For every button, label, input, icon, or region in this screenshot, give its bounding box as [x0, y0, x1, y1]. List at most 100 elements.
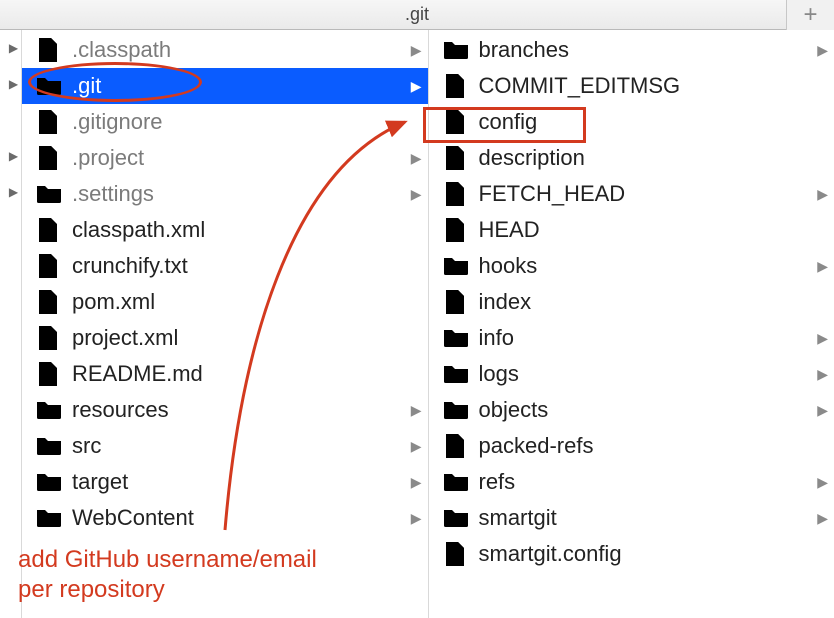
file-label: objects: [479, 397, 549, 423]
chevron-right-icon: ▶: [9, 41, 18, 55]
right-item-refs[interactable]: refs ▶: [429, 464, 834, 500]
left-item-pom-xml[interactable]: pom.xml: [22, 284, 428, 320]
file-label: crunchify.txt: [72, 253, 188, 279]
file-icon: [441, 432, 471, 460]
chevron-right-icon: ▶: [411, 438, 422, 455]
right-item-commit-editmsg[interactable]: COMMIT_EDITMSG: [429, 68, 834, 104]
file-label: FETCH_HEAD: [479, 181, 626, 207]
right-item-description[interactable]: description: [429, 140, 834, 176]
chevron-right-icon: ▶: [411, 150, 422, 167]
right-item-config[interactable]: config: [429, 104, 834, 140]
left-item--gitignore[interactable]: .gitignore: [22, 104, 428, 140]
right-item-head[interactable]: HEAD: [429, 212, 834, 248]
gutter-chevron: [0, 210, 21, 246]
chevron-right-icon: ▶: [411, 474, 422, 491]
file-label: src: [72, 433, 101, 459]
right-item-smartgit-config[interactable]: smartgit.config: [429, 536, 834, 572]
gutter-chevron: [0, 390, 21, 426]
file-label: smartgit: [479, 505, 557, 531]
gutter-chevron: [0, 102, 21, 138]
folder-icon: [441, 396, 471, 424]
right-item-index[interactable]: index: [429, 284, 834, 320]
file-icon: [441, 540, 471, 568]
left-item-readme-md[interactable]: README.md: [22, 356, 428, 392]
left-item-target[interactable]: target ▶: [22, 464, 428, 500]
right-item-hooks[interactable]: hooks▶: [429, 248, 834, 284]
left-item-webcontent[interactable]: WebContent▶: [22, 500, 428, 536]
gutter-chevron: [0, 354, 21, 390]
file-label: resources: [72, 397, 169, 423]
file-label: logs: [479, 361, 519, 387]
right-item-branches[interactable]: branches ▶: [429, 32, 834, 68]
gutter-chevron[interactable]: ▶: [0, 66, 21, 102]
chevron-right-icon: ▶: [9, 185, 18, 199]
file-label: .git: [72, 73, 101, 99]
file-label: WebContent: [72, 505, 194, 531]
folder-icon: [441, 36, 471, 64]
gutter-chevron: [0, 498, 21, 534]
left-item--project[interactable]: .project ▶: [22, 140, 428, 176]
xml-icon: [34, 324, 64, 352]
file-icon: [441, 108, 471, 136]
gutter-chevron: [0, 282, 21, 318]
right-item-smartgit[interactable]: smartgit ▶: [429, 500, 834, 536]
file-icon: [34, 108, 64, 136]
gutter-chevron[interactable]: ▶: [0, 30, 21, 66]
gutter-chevron[interactable]: ▶: [0, 138, 21, 174]
chevron-right-icon: ▶: [817, 474, 828, 491]
file-label: refs: [479, 469, 516, 495]
folder-icon: [34, 468, 64, 496]
right-item-packed-refs[interactable]: packed-refs: [429, 428, 834, 464]
file-label: smartgit.config: [479, 541, 622, 567]
file-label: target: [72, 469, 128, 495]
right-item-logs[interactable]: logs ▶: [429, 356, 834, 392]
file-icon: [441, 216, 471, 244]
column-left[interactable]: .classpath▶.git▶.gitignore.project▶.sett…: [22, 30, 428, 618]
folder-icon: [34, 72, 64, 100]
chevron-right-icon: ▶: [817, 186, 828, 203]
left-item-classpath-xml[interactable]: classpath.xml: [22, 212, 428, 248]
left-item-crunchify-txt[interactable]: crunchify.txt: [22, 248, 428, 284]
left-item--settings[interactable]: .settings▶: [22, 176, 428, 212]
left-item--git[interactable]: .git▶: [22, 68, 428, 104]
file-icon: [34, 36, 64, 64]
file-label: pom.xml: [72, 289, 155, 315]
chevron-right-icon: ▶: [9, 77, 18, 91]
folder-icon: [441, 468, 471, 496]
file-label: config: [479, 109, 538, 135]
left-item--classpath[interactable]: .classpath▶: [22, 32, 428, 68]
folder-icon: [441, 252, 471, 280]
left-item-resources[interactable]: resources▶: [22, 392, 428, 428]
xml-icon: [34, 288, 64, 316]
file-label: .settings: [72, 181, 154, 207]
expand-gutter: ▶ ▶ ▶ ▶: [0, 30, 22, 618]
xml-icon: [34, 360, 64, 388]
chevron-right-icon: ▶: [817, 510, 828, 527]
chevron-right-icon: ▶: [817, 42, 828, 59]
file-label: .project: [72, 145, 144, 171]
gutter-chevron: [0, 318, 21, 354]
folder-icon: [34, 504, 64, 532]
file-label: README.md: [72, 361, 203, 387]
left-item-src[interactable]: src ▶: [22, 428, 428, 464]
column-browser: ▶▶▶▶ .classpath▶.git▶.gitignore.project▶…: [0, 30, 834, 618]
right-item-objects[interactable]: objects▶: [429, 392, 834, 428]
file-label: info: [479, 325, 514, 351]
chevron-right-icon: ▶: [817, 366, 828, 383]
chevron-right-icon: ▶: [817, 258, 828, 275]
file-icon: [441, 288, 471, 316]
column-right[interactable]: branches ▶ COMMIT_EDITMSGconfig description…: [428, 30, 834, 618]
new-tab-button[interactable]: +: [786, 0, 834, 30]
plus-icon: +: [803, 1, 817, 29]
file-label: project.xml: [72, 325, 178, 351]
window-title: .git: [405, 4, 429, 25]
right-item-fetch-head[interactable]: FETCH_HEAD ▶: [429, 176, 834, 212]
file-label: branches: [479, 37, 570, 63]
txt-icon: [34, 252, 64, 280]
left-item-project-xml[interactable]: project.xml: [22, 320, 428, 356]
folder-icon: [34, 180, 64, 208]
right-item-info[interactable]: info▶: [429, 320, 834, 356]
folder-icon: [441, 360, 471, 388]
file-label: description: [479, 145, 585, 171]
gutter-chevron[interactable]: ▶: [0, 174, 21, 210]
